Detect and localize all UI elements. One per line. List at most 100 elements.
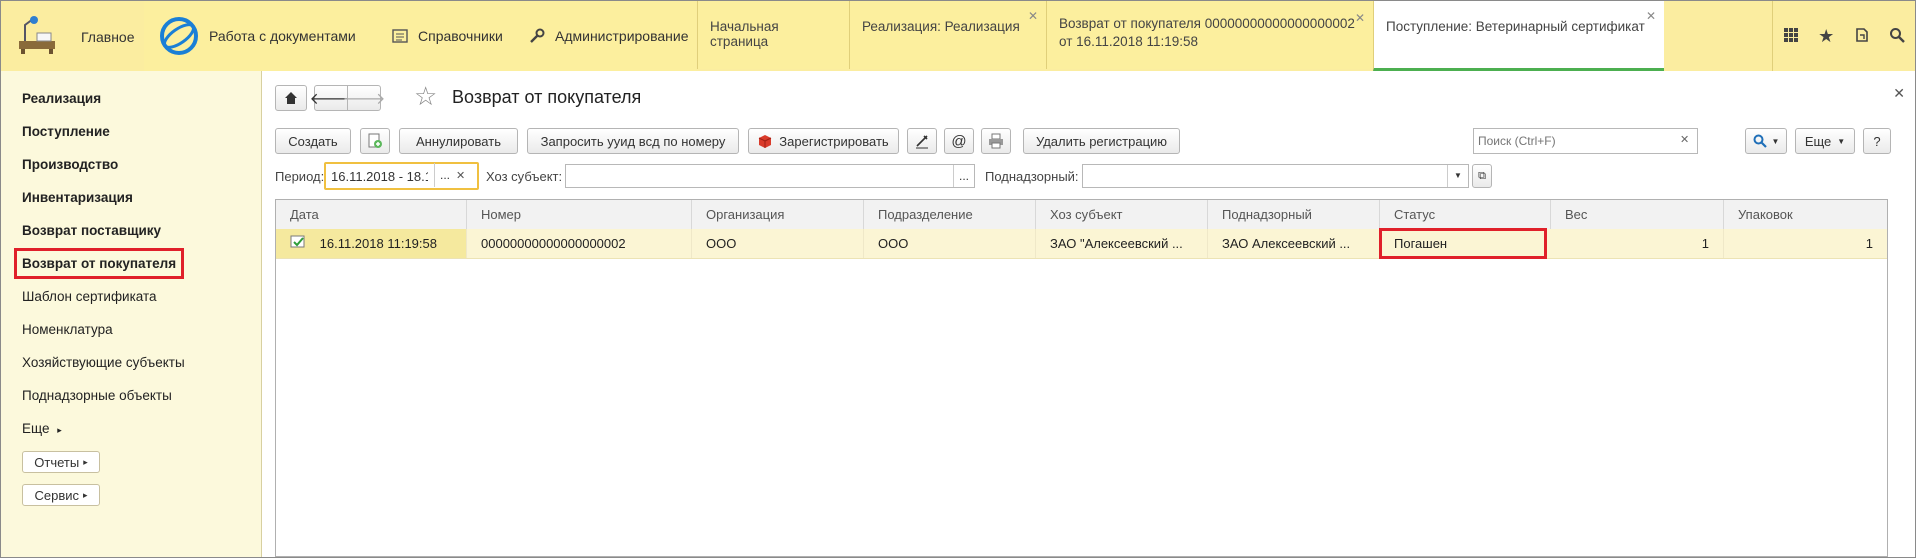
- close-icon[interactable]: ✕: [1646, 9, 1656, 23]
- column-supervised[interactable]: Поднадзорный: [1208, 200, 1380, 229]
- cell-department[interactable]: ООО: [864, 229, 1036, 258]
- apps-grid-icon[interactable]: [1783, 27, 1799, 46]
- search-icon[interactable]: [1889, 27, 1906, 46]
- sidebar-item-production[interactable]: Производство: [22, 157, 118, 172]
- column-department[interactable]: Подразделение: [864, 200, 1036, 229]
- request-uuid-button[interactable]: Запросить ууид вcд по номеру: [527, 128, 739, 154]
- column-subject[interactable]: Хоз субъект: [1036, 200, 1208, 229]
- sidebar-item-more[interactable]: Еще ▸: [22, 421, 62, 436]
- help-button[interactable]: ?: [1863, 128, 1891, 154]
- forward-button[interactable]: 🡒: [343, 85, 385, 111]
- tab-sales[interactable]: Реализация: Реализация ✕: [849, 1, 1046, 69]
- tab-label: Реализация: Реализация: [862, 19, 1020, 34]
- sidebar-item-customer-return[interactable]: Возврат от покупателя: [13, 248, 185, 279]
- sidebar-item-nomenclature[interactable]: Номенклатура: [22, 322, 113, 337]
- period-field[interactable]: 16.11.2018 - 18.11 ... ✕: [324, 162, 479, 190]
- close-icon[interactable]: ✕: [1355, 9, 1365, 27]
- dropdown-arrow-icon: ▼: [1837, 136, 1846, 146]
- history-icon[interactable]: [1854, 27, 1870, 46]
- supervised-field[interactable]: ▼: [1082, 164, 1469, 188]
- reports-button[interactable]: Отчеты ▸: [22, 451, 100, 473]
- cell-organization[interactable]: ООО: [692, 229, 864, 258]
- section-panel: Работа с документами Справочники Админис…: [144, 1, 696, 71]
- home-desk-icon: [19, 16, 55, 54]
- app-window: Главное Работа с документами Справочники: [0, 0, 1916, 558]
- clear-icon[interactable]: ✕: [1680, 133, 1689, 146]
- open-button[interactable]: ⧉: [1472, 164, 1492, 188]
- cell-status[interactable]: Погашен: [1379, 228, 1547, 259]
- sign-button[interactable]: [907, 128, 937, 154]
- home-label: Главное: [81, 29, 135, 45]
- home-button[interactable]: [275, 85, 307, 111]
- search-icon: [1753, 134, 1767, 148]
- cell-weight[interactable]: 1: [1551, 229, 1724, 258]
- annul-button[interactable]: Аннулировать: [399, 128, 518, 154]
- more-label: Еще: [22, 421, 50, 436]
- add-document-icon: [368, 133, 382, 148]
- sidebar-item-sales[interactable]: Реализация: [22, 91, 101, 106]
- column-packages[interactable]: Упаковок: [1724, 200, 1887, 229]
- tab-start-page[interactable]: Начальная страница: [697, 1, 849, 69]
- service-button[interactable]: Сервис ▸: [22, 484, 100, 506]
- clear-icon[interactable]: ✕: [456, 169, 465, 182]
- print-button[interactable]: [981, 128, 1011, 154]
- section-label: Работа с документами: [209, 28, 356, 44]
- cell-subject[interactable]: ЗАО "Алексеевский ...: [1036, 229, 1208, 258]
- section-label: Администрирование: [555, 28, 689, 44]
- globe-icon: [159, 16, 199, 56]
- search-button[interactable]: ▼: [1745, 128, 1787, 154]
- tab-customer-return[interactable]: Возврат от покупателя 000000000000000000…: [1046, 1, 1373, 69]
- more-label: Еще: [1804, 133, 1832, 149]
- section-documents[interactable]: Работа с документами: [159, 1, 356, 71]
- signature-icon: [916, 135, 928, 149]
- column-organization[interactable]: Организация: [692, 200, 864, 229]
- close-icon[interactable]: ✕: [1893, 85, 1905, 102]
- table-row[interactable]: 16.11.2018 11:19:58 00000000000000000002…: [276, 228, 1887, 259]
- column-date[interactable]: Дата: [276, 200, 467, 229]
- sidebar-item-supplier-return[interactable]: Возврат поставщику: [22, 223, 161, 238]
- period-label: Период:: [275, 169, 325, 184]
- more-button[interactable]: Еще ▼: [1795, 128, 1855, 154]
- delete-registration-button[interactable]: Удалить регистрацию: [1023, 128, 1180, 154]
- search-input[interactable]: [1473, 128, 1698, 154]
- ellipsis-button[interactable]: ...: [953, 165, 974, 187]
- subject-field[interactable]: ...: [565, 164, 975, 188]
- section-administration[interactable]: Администрирование: [529, 1, 689, 71]
- sidebar-item-supervised-objects[interactable]: Поднадзорные объекты: [22, 388, 172, 403]
- triangle-right-icon: ▸: [83, 489, 88, 500]
- red-box-icon: [759, 135, 772, 148]
- wrench-icon: [529, 28, 545, 44]
- tab-vet-certificate[interactable]: Поступление: Ветеринарный сертификат ✕: [1373, 1, 1664, 71]
- open-window-icon: ⧉: [1478, 169, 1486, 182]
- copy-button[interactable]: [360, 128, 390, 154]
- ellipsis-button[interactable]: ...: [434, 163, 455, 187]
- home-section[interactable]: Главное: [1, 1, 145, 71]
- column-weight[interactable]: Вес: [1551, 200, 1724, 229]
- sidebar-item-inventory[interactable]: Инвентаризация: [22, 190, 133, 205]
- cell-date[interactable]: 16.11.2018 11:19:58: [276, 229, 467, 258]
- column-status[interactable]: Статус: [1380, 200, 1551, 229]
- at-sign-icon: @: [951, 132, 967, 150]
- sidebar-item-business-entities[interactable]: Хозяйствующие субъекты: [22, 355, 185, 370]
- column-number[interactable]: Номер: [467, 200, 692, 229]
- tab-label: Начальная страница: [710, 19, 779, 49]
- star-icon[interactable]: ★: [1818, 26, 1834, 47]
- sidebar-item-certificate-template[interactable]: Шаблон сертификата: [22, 289, 157, 304]
- section-references[interactable]: Справочники: [392, 1, 503, 71]
- close-icon[interactable]: ✕: [1028, 9, 1038, 23]
- tab-label-date: от 16.11.2018 11:19:58: [1059, 34, 1199, 49]
- arrow-right-icon: 🡒: [342, 90, 386, 108]
- sidebar: Реализация Поступление Производство Инве…: [1, 71, 262, 557]
- top-bar: Главное Работа с документами Справочники: [1, 1, 1915, 72]
- cell-number[interactable]: 00000000000000000002: [467, 229, 692, 258]
- section-label: Справочники: [418, 28, 503, 44]
- register-button[interactable]: Зарегистрировать: [748, 128, 899, 154]
- create-button[interactable]: Создать: [275, 128, 351, 154]
- cell-packages[interactable]: 1: [1724, 229, 1887, 258]
- dropdown-arrow-icon[interactable]: ▼: [1447, 165, 1468, 187]
- sidebar-item-receipt[interactable]: Поступление: [22, 124, 110, 139]
- email-button[interactable]: @: [944, 128, 974, 154]
- period-value: 16.11.2018 - 18.11: [331, 169, 428, 184]
- favorite-star-icon[interactable]: ☆: [414, 81, 437, 112]
- cell-supervised[interactable]: ЗАО Алексеевский ...: [1208, 229, 1380, 258]
